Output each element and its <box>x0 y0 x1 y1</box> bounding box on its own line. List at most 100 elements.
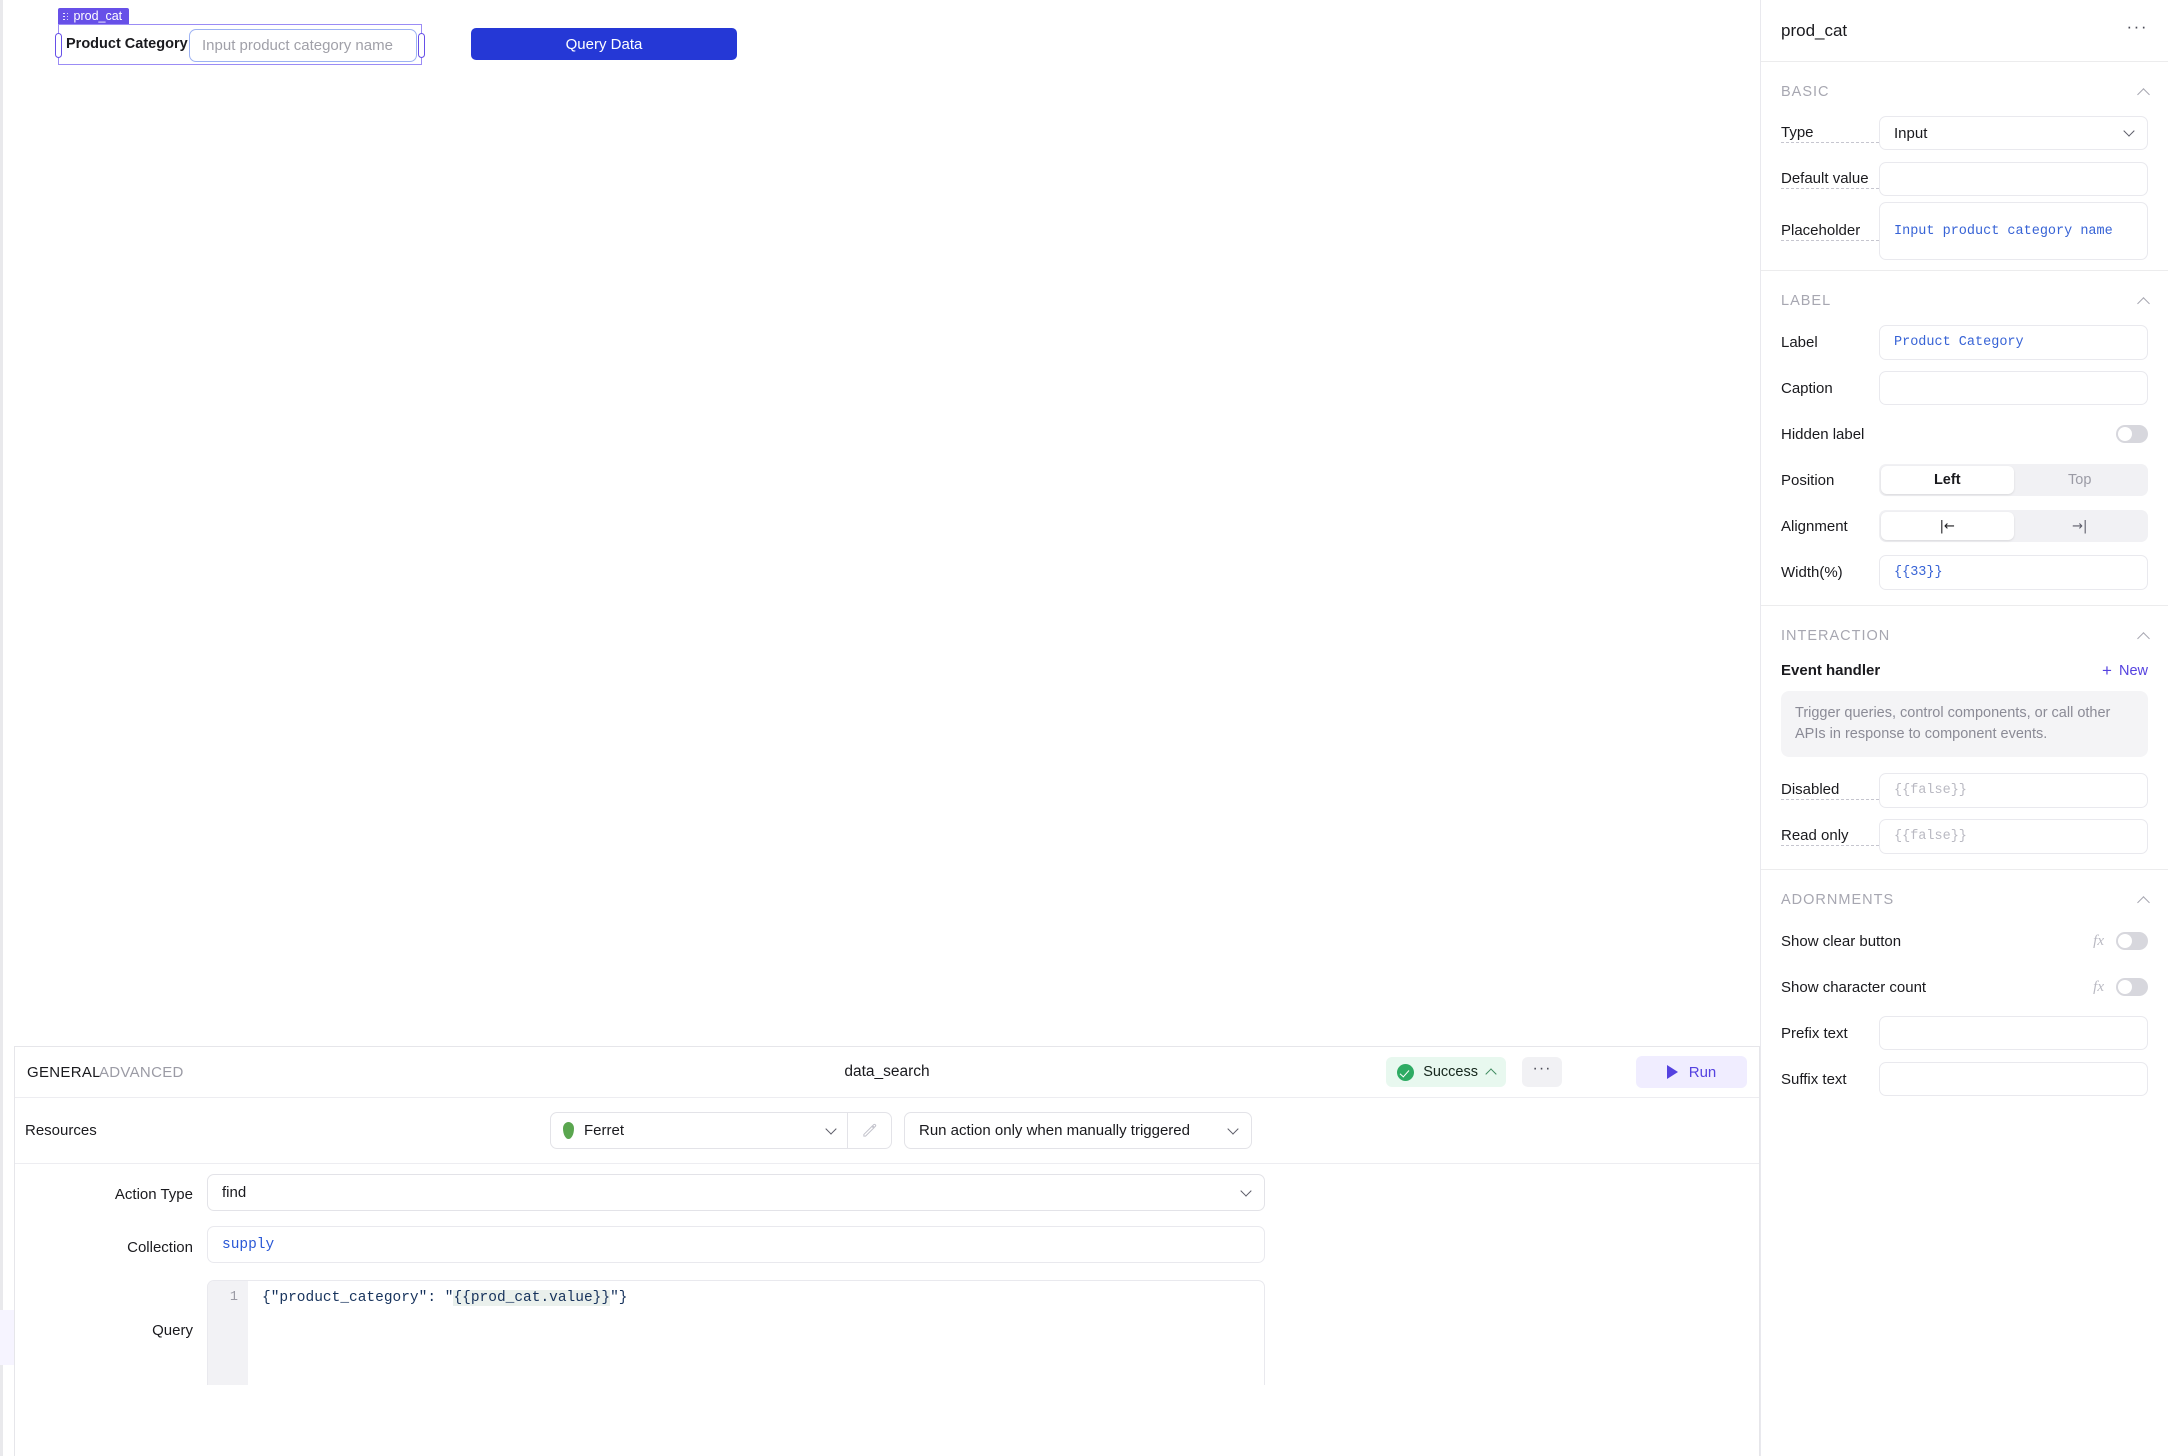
inspector-more-options-button[interactable]: ··· <box>2127 18 2148 37</box>
alignment-label: Alignment <box>1781 517 1848 535</box>
readonly-value: {{false}} <box>1894 828 1967 844</box>
chevron-up-icon[interactable] <box>1485 1067 1497 1080</box>
chevron-down-icon <box>1227 1122 1239 1135</box>
fx-icon[interactable]: fx <box>2093 933 2104 950</box>
event-handler-hint: Trigger queries, control components, or … <box>1781 691 2148 758</box>
section-title-basic: BASIC <box>1781 84 1830 100</box>
prefix-text-input[interactable] <box>1879 1016 2148 1051</box>
label-input[interactable]: Product Category <box>1879 324 2148 360</box>
canvas-left-rail <box>0 0 3 1456</box>
event-handler-label: Event handler <box>1781 662 1881 679</box>
section-title-adornments: ADORNMENTS <box>1781 892 1895 909</box>
action-type-select[interactable]: find <box>207 1174 1265 1211</box>
resize-handle-left[interactable] <box>55 33 62 58</box>
row-default-value: Default value <box>1761 156 2168 202</box>
query-data-button[interactable]: Query Data <box>471 28 737 60</box>
type-label: Type <box>1781 124 1879 143</box>
inspector-panel: prod_cat ··· BASIC Type Input Default va… <box>1760 0 2168 1456</box>
drag-grip-icon[interactable] <box>63 12 69 21</box>
query-more-options-button[interactable]: ··· <box>1522 1057 1562 1087</box>
label-value: Product Category <box>1894 334 2024 350</box>
check-circle-icon <box>1397 1063 1415 1081</box>
show-character-count-toggle[interactable] <box>2116 978 2148 997</box>
position-option-top[interactable]: Top <box>2014 466 2147 494</box>
readonly-input[interactable]: {{false}} <box>1879 818 2148 854</box>
row-hidden-label: Hidden label <box>1761 411 2168 457</box>
type-select[interactable]: Input <box>1879 116 2148 150</box>
app-root: prod_cat Product Category Query Data GEN… <box>0 0 2168 1456</box>
show-clear-button-label: Show clear button <box>1781 932 1902 950</box>
widget-badge-label: prod_cat <box>73 9 123 23</box>
selected-widget-container[interactable]: Product Category <box>55 24 425 65</box>
resize-handle-right[interactable] <box>418 33 425 58</box>
default-value-input[interactable] <box>1879 162 2148 196</box>
alignment-option-left[interactable]: |← <box>1881 512 2014 540</box>
status-badge[interactable]: Success <box>1386 1057 1506 1087</box>
run-query-button[interactable]: Run <box>1636 1056 1747 1088</box>
caption-input[interactable] <box>1879 371 2148 405</box>
align-right-icon: →| <box>2072 518 2088 534</box>
inspector-title: prod_cat <box>1781 20 1848 40</box>
query-label: Query <box>152 1322 193 1339</box>
width-value: {{33}} <box>1894 564 1943 580</box>
collection-label: Collection <box>127 1238 193 1256</box>
placeholder-input[interactable]: Input product category name <box>1879 202 2148 260</box>
show-character-count-label: Show character count <box>1781 978 1927 996</box>
placeholder-label: Placeholder <box>1781 222 1879 241</box>
action-type-row: Action Type find <box>15 1164 1759 1224</box>
section-header-adornments[interactable]: ADORNMENTS <box>1761 870 2168 918</box>
code-line-number: 1 <box>208 1281 248 1385</box>
chevron-up-icon[interactable] <box>2137 296 2150 310</box>
section-header-basic[interactable]: BASIC <box>1761 62 2168 110</box>
event-handler-row: Event handler + New <box>1761 654 2168 679</box>
chevron-up-icon[interactable] <box>2137 87 2150 101</box>
plus-icon: + <box>2102 661 2112 680</box>
collection-input[interactable]: supply <box>207 1226 1265 1263</box>
section-title-interaction: INTERACTION <box>1781 628 1891 644</box>
pencil-icon <box>863 1123 877 1137</box>
position-segmented-control[interactable]: Left Top <box>1879 464 2148 496</box>
row-disabled: Disabled {{false}} <box>1761 767 2168 813</box>
code-binding: {{prod_cat.value}} <box>453 1290 611 1306</box>
chevron-up-icon[interactable] <box>2137 895 2150 909</box>
readonly-label: Read only <box>1781 827 1879 846</box>
product-category-input[interactable] <box>189 29 417 62</box>
section-title-label: LABEL <box>1781 293 1832 309</box>
section-header-interaction[interactable]: INTERACTION <box>1761 606 2168 654</box>
alignment-segmented-control[interactable]: |← →| <box>1879 510 2148 542</box>
query-editor-panel: GENERAL ADVANCED data_search Success ···… <box>14 1046 1760 1456</box>
resource-name: Ferret <box>584 1122 625 1139</box>
hidden-label-toggle[interactable] <box>2116 425 2148 443</box>
disabled-input[interactable]: {{false}} <box>1879 772 2148 808</box>
code-prefix: {"product_category": " <box>262 1290 454 1306</box>
row-readonly: Read only {{false}} <box>1761 813 2168 859</box>
query-code-editor[interactable]: 1 {"product_category": "{{prod_cat.value… <box>207 1280 1265 1385</box>
widget-name-badge[interactable]: prod_cat <box>58 8 130 25</box>
default-value-label: Default value <box>1781 170 1879 189</box>
row-label: Label Product Category <box>1761 319 2168 365</box>
chevron-down-icon <box>1240 1184 1252 1197</box>
position-option-left[interactable]: Left <box>1881 466 2014 494</box>
edit-resource-button[interactable] <box>848 1112 892 1149</box>
trigger-mode-select[interactable]: Run action only when manually triggered <box>904 1112 1252 1149</box>
prefix-text-label: Prefix text <box>1781 1024 1848 1042</box>
row-width: Width(%) {{33}} <box>1761 549 2168 595</box>
align-left-icon: |← <box>1939 518 1955 534</box>
collection-row: Collection supply <box>15 1224 1759 1270</box>
suffix-text-input[interactable] <box>1879 1062 2148 1097</box>
hidden-label-label: Hidden label <box>1781 425 1865 443</box>
row-show-clear-button: Show clear button fx <box>1761 918 2168 964</box>
section-header-label[interactable]: LABEL <box>1761 271 2168 319</box>
position-label: Position <box>1781 471 1835 489</box>
width-input[interactable]: {{33}} <box>1879 554 2148 590</box>
query-panel-header: GENERAL ADVANCED data_search Success ···… <box>15 1047 1759 1098</box>
fx-icon[interactable]: fx <box>2093 979 2104 996</box>
status-badge-label: Success <box>1423 1064 1478 1080</box>
alignment-option-right[interactable]: →| <box>2014 512 2147 540</box>
chevron-up-icon[interactable] <box>2137 631 2150 645</box>
row-prefix-text: Prefix text <box>1761 1010 2168 1056</box>
resource-select[interactable]: Ferret <box>550 1112 848 1149</box>
code-content[interactable]: {"product_category": "{{prod_cat.value}}… <box>248 1281 1264 1385</box>
add-event-handler-button[interactable]: + New <box>2102 662 2148 679</box>
show-clear-button-toggle[interactable] <box>2116 932 2148 951</box>
